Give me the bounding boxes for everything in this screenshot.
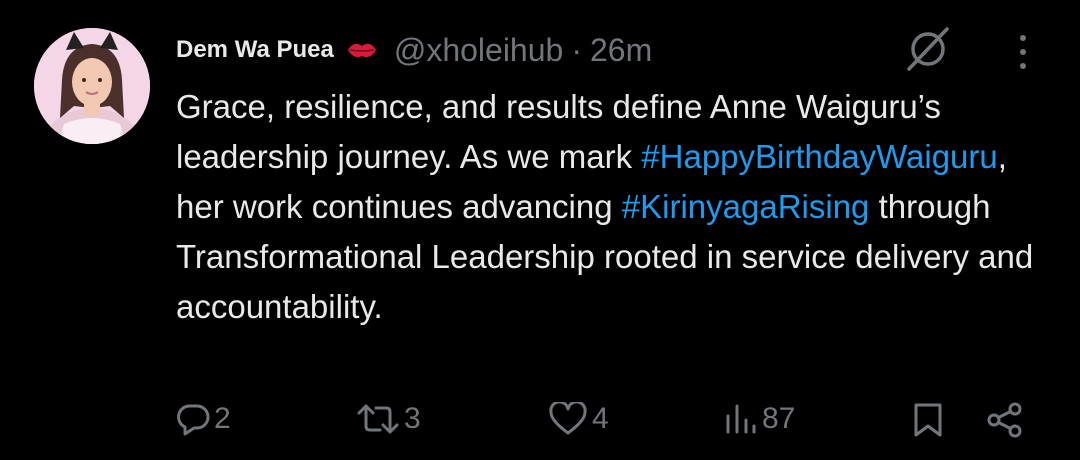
views-button[interactable]: 87	[724, 402, 795, 436]
reply-button[interactable]: 2	[176, 402, 231, 436]
views-icon	[726, 404, 756, 434]
separator-dot: ·	[571, 31, 582, 68]
repost-count: 3	[404, 402, 421, 435]
grok-icon[interactable]	[903, 26, 953, 72]
hashtag-link[interactable]: #KirinyagaRising	[622, 188, 870, 225]
share-icon	[987, 402, 1022, 438]
more-icon[interactable]	[1008, 30, 1038, 74]
reply-count: 2	[214, 402, 231, 435]
hashtag-link[interactable]: #HappyBirthdayWaiguru	[641, 138, 997, 175]
repost-icon	[357, 404, 399, 434]
post-text: Grace, resilience, and results define An…	[176, 82, 1056, 332]
reply-icon	[177, 404, 210, 436]
like-icon	[549, 402, 587, 435]
bookmark-icon	[914, 403, 942, 437]
kiss-mark-icon	[346, 38, 378, 62]
action-bar: 2 3 4 87	[0, 402, 1080, 450]
post-header: Dem Wa Puea @xholeihub · 26m	[176, 30, 652, 70]
avatar[interactable]	[34, 28, 150, 144]
bookmark-button[interactable]	[912, 402, 944, 438]
post-time[interactable]: 26m	[590, 32, 652, 69]
author-handle[interactable]: @xholeihub	[394, 32, 563, 69]
author-name[interactable]: Dem Wa Puea	[176, 36, 334, 64]
like-count: 4	[592, 402, 609, 435]
avatar-image	[34, 28, 150, 144]
like-button[interactable]: 4	[548, 402, 609, 436]
repost-button[interactable]: 3	[356, 402, 421, 436]
share-button[interactable]	[986, 402, 1024, 438]
views-count: 87	[762, 402, 796, 435]
